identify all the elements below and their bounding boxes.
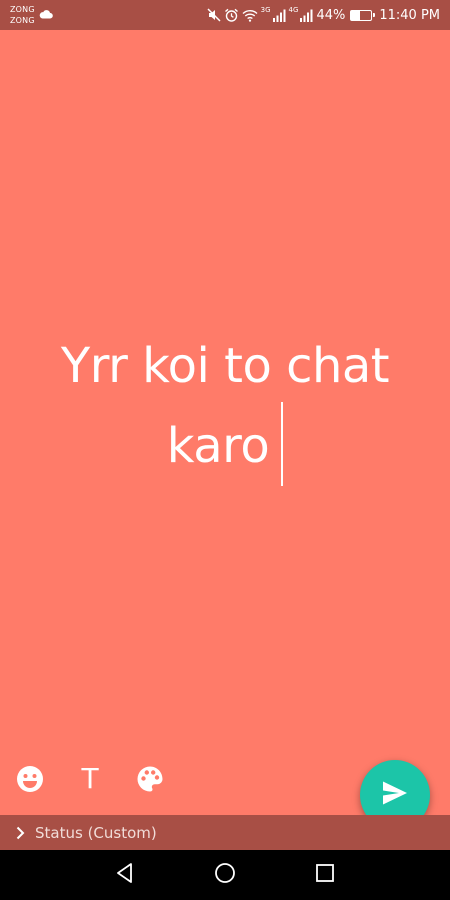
alarm-icon [224,8,239,23]
back-button[interactable] [112,862,138,888]
privacy-label: Status (Custom) [35,823,157,842]
home-circle-icon [214,862,236,888]
mute-icon [207,8,221,22]
carrier-label-1: ZONG [10,5,35,14]
emoji-icon[interactable] [13,762,47,796]
text-cursor [281,402,284,486]
network-type-1: 3G [260,6,271,14]
send-icon [381,780,409,810]
system-status-bar: ZONG ZONG 3G 4G 44% 11:40 PM [0,0,450,30]
network-type-2: 4G [288,6,299,14]
status-composer-screen: ZONG ZONG 3G 4G 44% 11:40 PM Yrr koi to … [0,0,450,900]
home-button[interactable] [212,862,238,888]
recents-button[interactable] [312,862,338,888]
font-button[interactable]: T [73,762,107,796]
cloud-icon [39,8,53,23]
status-icons: 3G 4G 44% 11:40 PM [207,6,440,23]
back-triangle-icon [114,862,136,888]
carrier-info: ZONG ZONG [10,4,53,26]
status-text-line-2: karo [166,418,270,474]
battery-level-fill [351,10,361,20]
status-text-input[interactable]: Yrr koi to chat karo [20,330,430,486]
status-privacy-button[interactable]: Status (Custom) [0,815,450,850]
navigation-bar [0,850,450,900]
chevron-right-icon [16,826,25,840]
status-canvas[interactable]: Yrr koi to chat karo [0,30,450,815]
battery-icon [350,9,376,21]
signal-icon [300,9,313,22]
palette-icon[interactable] [133,762,167,796]
battery-percent: 44% [316,7,346,23]
signal-icon [272,9,286,22]
clock: 11:40 PM [379,7,440,23]
status-text-line-1: Yrr koi to chat [60,338,390,394]
recents-square-icon [315,863,335,887]
carrier-label-2: ZONG [10,16,35,25]
wifi-icon [242,9,258,22]
